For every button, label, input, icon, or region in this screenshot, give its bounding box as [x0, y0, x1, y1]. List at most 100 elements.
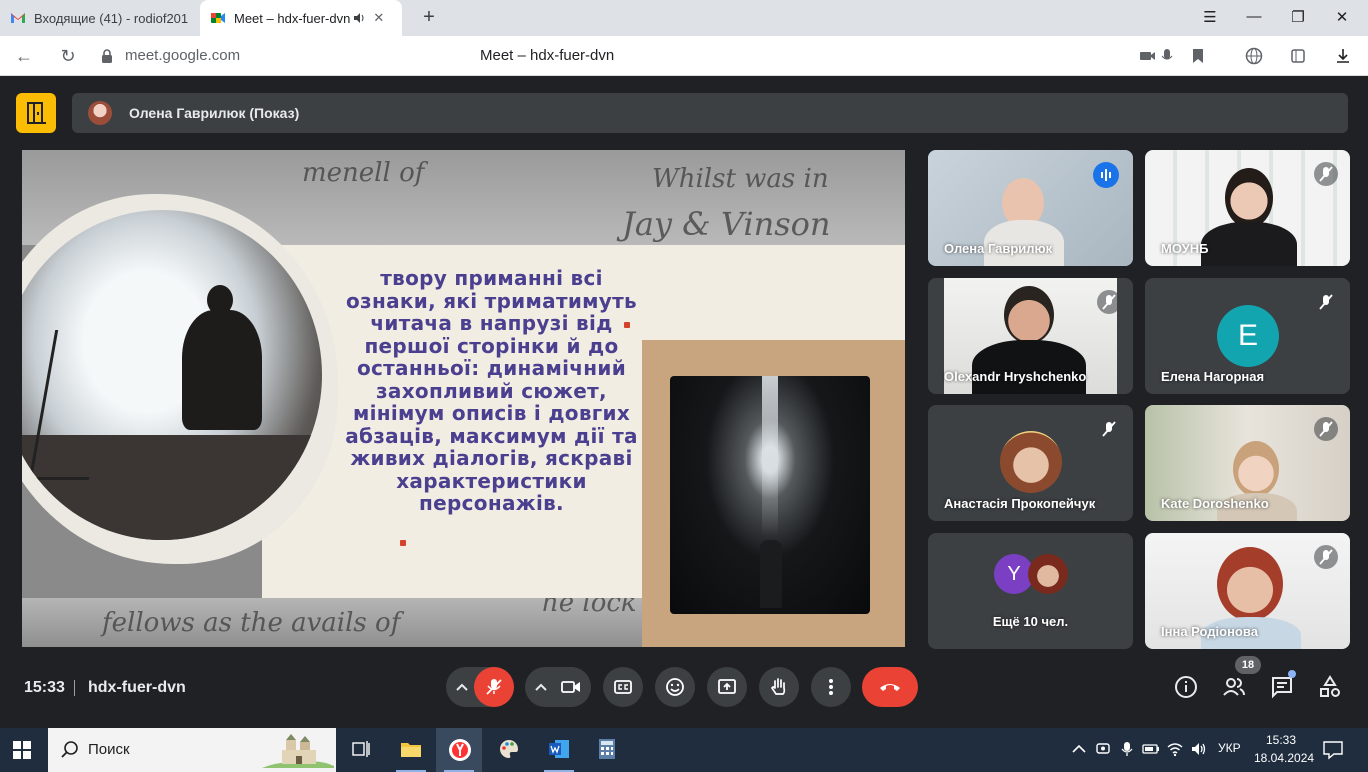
participant-name: МОУНБ — [1161, 241, 1209, 256]
presenter-label: Олена Гаврилюк (Показ) — [129, 105, 300, 121]
door-icon — [27, 102, 46, 124]
paint-palette-icon — [500, 740, 518, 758]
microphone-tray-icon[interactable] — [1118, 740, 1136, 758]
globe-icon[interactable] — [1244, 46, 1264, 66]
word-icon — [549, 740, 569, 758]
mic-off-icon — [486, 679, 502, 695]
participant-name: Олена Гаврилюк — [944, 241, 1053, 256]
clock-time[interactable]: 15:33 — [1266, 733, 1296, 747]
participant-face — [1004, 286, 1054, 344]
people-count-badge: 18 — [1235, 656, 1261, 674]
divider — [74, 680, 75, 696]
participant-face — [1233, 441, 1279, 497]
people-icon[interactable] — [1222, 675, 1246, 699]
participant-tile[interactable]: Анастасія Прокопейчук — [928, 405, 1133, 521]
avatar — [88, 101, 112, 125]
taskbar-search[interactable]: Поиск — [48, 728, 336, 772]
participant-body — [1201, 222, 1297, 266]
menu-icon[interactable]: ☰ — [1199, 8, 1221, 28]
paint-app[interactable] — [486, 728, 532, 772]
present-icon — [718, 679, 736, 694]
red-dot-decoration — [624, 322, 630, 328]
url-field[interactable]: meet.google.com — [125, 47, 240, 64]
muted-mic-icon — [1314, 545, 1338, 569]
close-window-button[interactable]: ✕ — [1331, 8, 1353, 28]
tab-meet-title: Meet – hdx-fuer-dvn — [234, 10, 351, 26]
task-view-button[interactable] — [338, 728, 384, 772]
participant-tile[interactable]: Олена Гаврилюк — [928, 150, 1133, 266]
slide-script-text: Whilst was in — [652, 164, 829, 194]
new-tab-button[interactable]: + — [418, 7, 440, 29]
chat-icon[interactable] — [1270, 675, 1294, 699]
tab-meet[interactable]: Meet – hdx-fuer-dvn ✕ — [200, 0, 402, 36]
activities-icon[interactable] — [1318, 675, 1342, 699]
slide-script-text: Jay & Vinson — [622, 205, 831, 243]
back-arrow-icon[interactable]: ← — [12, 44, 36, 68]
meet-window: Олена Гаврилюк (Показ) menell of Whilst … — [0, 77, 1368, 728]
windows-taskbar: Поиск УКР 15:33 18.04.2024 — [0, 728, 1368, 772]
reload-icon[interactable]: ↻ — [56, 44, 80, 68]
more-participants-tile[interactable]: Y Ещё 10 чел. — [928, 533, 1133, 649]
notifications-icon[interactable] — [1322, 740, 1344, 760]
participant-name: Olexandr Hryshchenko — [944, 369, 1087, 384]
calculator-app[interactable] — [584, 728, 630, 772]
webcam-tray-icon[interactable] — [1094, 740, 1112, 758]
participant-name: Анастасія Прокопейчук — [944, 496, 1096, 511]
participant-tile[interactable]: Olexandr Hryshchenko — [928, 278, 1133, 394]
lock-icon[interactable] — [100, 48, 114, 64]
yandex-browser-app[interactable] — [436, 728, 482, 772]
participant-tile[interactable]: Kate Doroshenko — [1145, 405, 1350, 521]
bookmark-icon[interactable] — [1188, 46, 1208, 66]
muted-mic-icon — [1314, 417, 1338, 441]
slide-script-text: fellows as the avails of — [102, 608, 401, 638]
mic-toggle-button[interactable] — [474, 667, 514, 707]
volume-icon[interactable] — [1190, 740, 1208, 758]
folder-icon — [401, 743, 421, 757]
participant-tile[interactable]: E Елена Нагорная — [1145, 278, 1350, 394]
castle-illustration-icon — [262, 734, 334, 768]
participant-face — [1225, 168, 1273, 228]
wifi-icon[interactable] — [1166, 740, 1184, 758]
microphone-icon[interactable] — [1157, 46, 1177, 66]
camera-toggle-button[interactable] — [551, 667, 591, 707]
chevron-up-icon[interactable] — [1070, 740, 1088, 758]
raise-hand-button[interactable] — [759, 667, 799, 707]
file-explorer-app[interactable] — [388, 728, 434, 772]
chevron-up-icon[interactable] — [455, 681, 469, 693]
red-dot-decoration — [400, 540, 406, 546]
chat-notification-dot — [1288, 670, 1296, 678]
search-icon — [61, 741, 78, 758]
reactions-button[interactable] — [655, 667, 695, 707]
participant-name: Ещё 10 чел. — [992, 614, 1069, 629]
search-placeholder: Поиск — [88, 741, 130, 758]
gmail-icon — [11, 13, 25, 23]
minimize-button[interactable]: — — [1243, 8, 1265, 28]
meeting-details-button[interactable] — [16, 93, 56, 133]
meeting-info-icon[interactable] — [1174, 675, 1198, 699]
camera-icon[interactable] — [1138, 46, 1158, 66]
participant-tile[interactable]: Інна Родіонова — [1145, 533, 1350, 649]
chevron-up-icon[interactable] — [534, 681, 548, 693]
speaker-icon — [354, 13, 364, 23]
slide-photo-silhouette — [22, 210, 322, 540]
input-language[interactable]: УКР — [1218, 741, 1241, 755]
extensions-icon[interactable] — [1288, 46, 1308, 66]
emoji-icon — [666, 678, 684, 696]
end-call-button[interactable] — [862, 667, 918, 707]
meeting-time: 15:33 — [24, 679, 65, 696]
battery-icon[interactable] — [1142, 740, 1160, 758]
windows-start-icon[interactable] — [12, 740, 32, 760]
present-screen-button[interactable] — [707, 667, 747, 707]
task-view-icon — [352, 741, 370, 757]
tab-gmail[interactable]: Входящие (41) - rodiof201 — [0, 0, 198, 36]
captions-button[interactable] — [603, 667, 643, 707]
download-icon[interactable] — [1333, 46, 1353, 66]
restore-button[interactable]: ❐ — [1287, 8, 1309, 28]
word-app[interactable] — [536, 728, 582, 772]
participant-tile[interactable]: МОУНБ — [1145, 150, 1350, 266]
muted-mic-icon — [1097, 290, 1121, 314]
more-options-button[interactable] — [811, 667, 851, 707]
close-icon[interactable]: ✕ — [373, 10, 384, 26]
clock-date[interactable]: 18.04.2024 — [1254, 751, 1314, 765]
participant-face — [1217, 547, 1283, 621]
